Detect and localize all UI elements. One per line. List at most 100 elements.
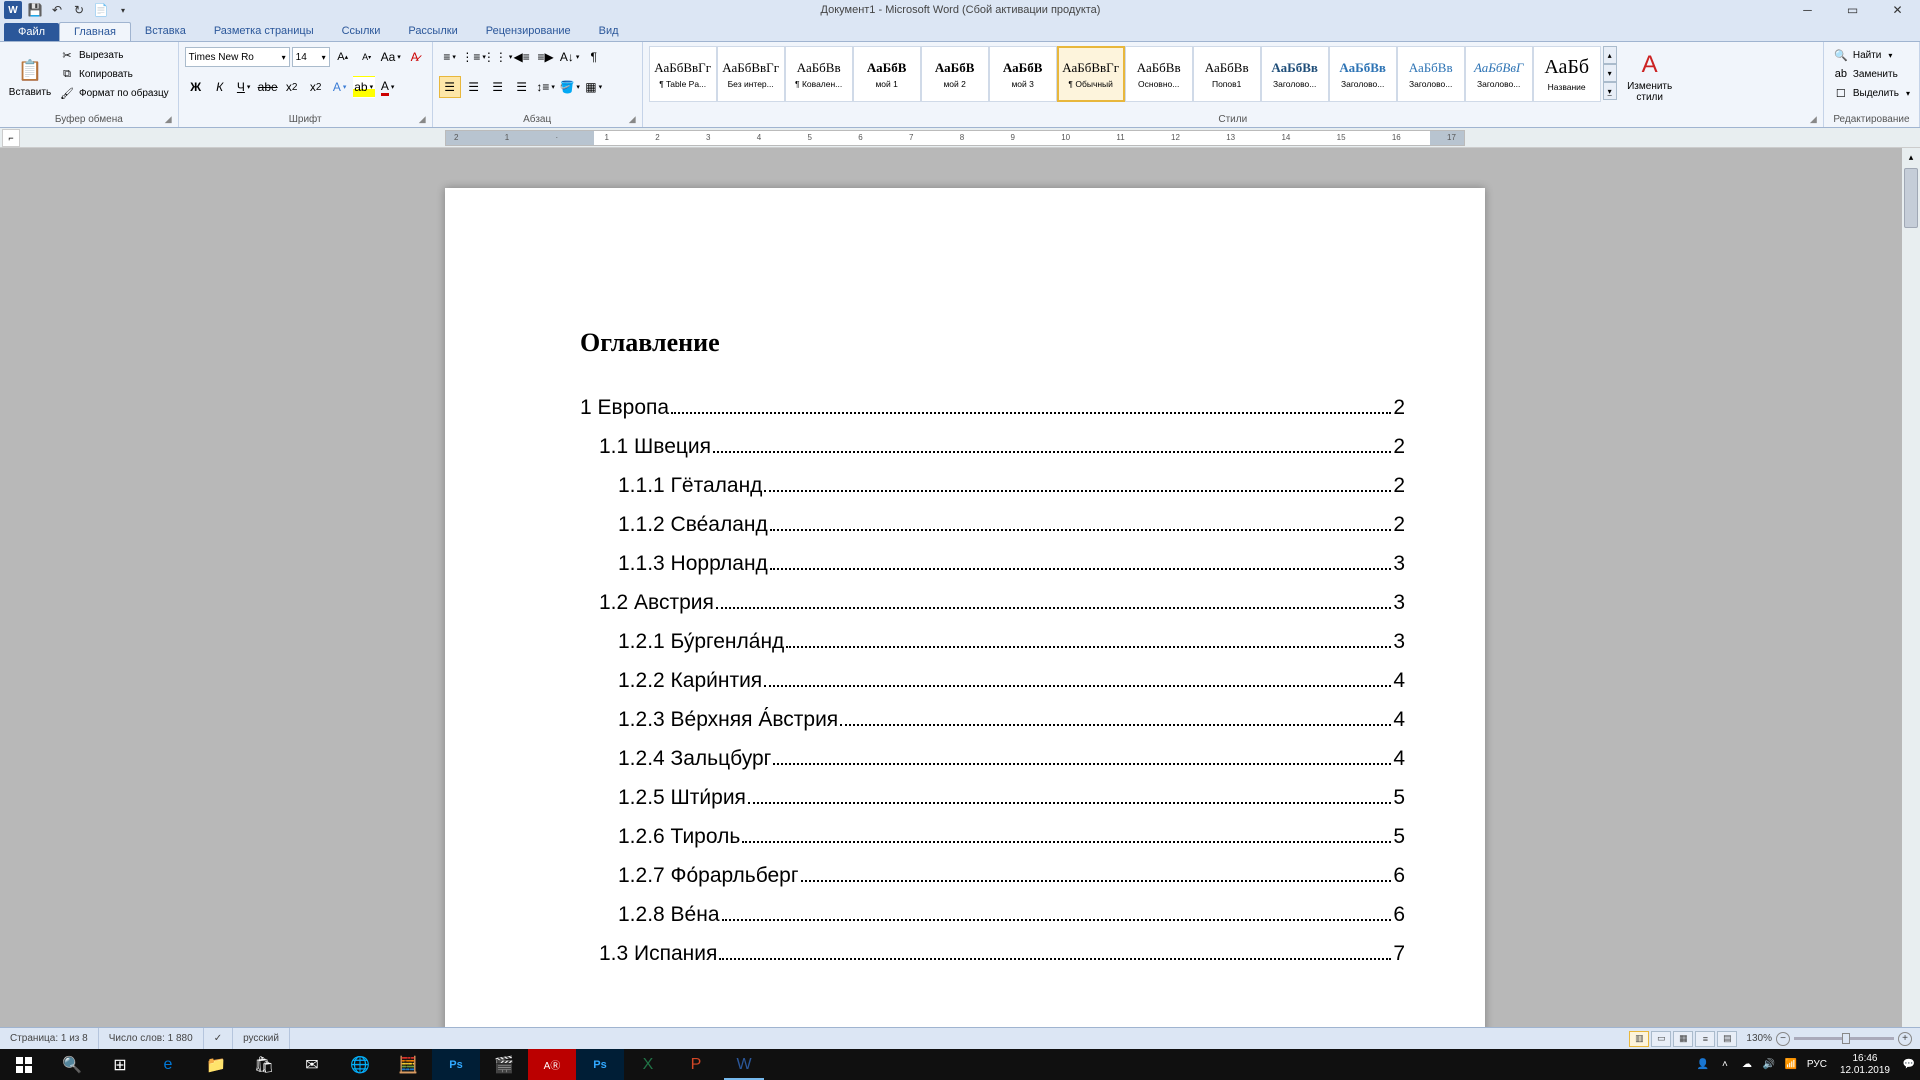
tab-file[interactable]: Файл <box>4 23 59 41</box>
strike-button[interactable]: abe <box>257 76 279 98</box>
shading-button[interactable]: 🪣 <box>559 76 581 98</box>
view-web[interactable]: ▦ <box>1673 1031 1693 1047</box>
new-doc-icon[interactable]: 📄 <box>92 1 110 19</box>
save-icon[interactable]: 💾 <box>26 1 44 19</box>
subscript-button[interactable]: x2 <box>281 76 303 98</box>
highlight-button[interactable]: ab <box>353 76 375 98</box>
taskbar-search[interactable]: 🔍 <box>48 1049 96 1080</box>
style-item-5[interactable]: АаБбВмой 3 <box>989 46 1057 102</box>
taskbar-edge[interactable]: e <box>144 1049 192 1080</box>
align-left-button[interactable]: ☰ <box>439 76 461 98</box>
tab-рецензирование[interactable]: Рецензирование <box>472 22 585 41</box>
minimize-button[interactable]: ─ <box>1785 0 1830 20</box>
borders-button[interactable]: ▦ <box>583 76 605 98</box>
paste-button[interactable]: 📋 Вставить <box>6 46 54 106</box>
bold-button[interactable]: Ж <box>185 76 207 98</box>
justify-button[interactable]: ☰ <box>511 76 533 98</box>
view-outline[interactable]: ≡ <box>1695 1031 1715 1047</box>
scroll-thumb[interactable] <box>1904 168 1918 228</box>
horizontal-ruler[interactable]: 21·1234567891011121314151617 <box>445 130 1465 146</box>
superscript-button[interactable]: x2 <box>305 76 327 98</box>
zoom-slider[interactable] <box>1794 1037 1894 1040</box>
view-draft[interactable]: ▤ <box>1717 1031 1737 1047</box>
style-expand[interactable]: ▾̲ <box>1603 82 1617 100</box>
tray-network-icon[interactable]: 🔊 <box>1758 1049 1780 1080</box>
tab-главная[interactable]: Главная <box>59 22 131 41</box>
taskbar-mail[interactable]: ✉ <box>288 1049 336 1080</box>
zoom-level[interactable]: 130% <box>1746 1033 1772 1044</box>
line-spacing-button[interactable]: ↕≡ <box>535 76 557 98</box>
font-color-button[interactable]: A <box>377 76 399 98</box>
style-item-10[interactable]: АаБбВвЗаголово... <box>1329 46 1397 102</box>
tray-lang[interactable]: РУС <box>1802 1049 1832 1080</box>
font-name-select[interactable]: Times New Ro▾ <box>185 47 290 67</box>
shrink-font-button[interactable]: A▾ <box>356 46 378 68</box>
tab-рассылки[interactable]: Рассылки <box>394 22 471 41</box>
style-item-9[interactable]: АаБбВвЗаголово... <box>1261 46 1329 102</box>
show-marks-button[interactable]: ¶ <box>583 46 605 68</box>
style-item-2[interactable]: АаБбВв¶ Ковален... <box>785 46 853 102</box>
maximize-button[interactable]: ▭ <box>1830 0 1875 20</box>
taskbar-explorer[interactable]: 📁 <box>192 1049 240 1080</box>
tray-wifi-icon[interactable]: 📶 <box>1780 1049 1802 1080</box>
tab-разметка-страницы[interactable]: Разметка страницы <box>200 22 328 41</box>
status-page[interactable]: Страница: 1 из 8 <box>0 1028 99 1049</box>
clear-format-button[interactable]: A̷ <box>404 46 426 68</box>
bullets-button[interactable]: ≡ <box>439 46 461 68</box>
style-scroll-up[interactable]: ▴ <box>1603 46 1617 64</box>
taskbar-ps2[interactable]: Ps <box>576 1049 624 1080</box>
style-item-7[interactable]: АаБбВвОсновно... <box>1125 46 1193 102</box>
find-button[interactable]: 🔍Найти▾ <box>1830 46 1913 64</box>
style-item-11[interactable]: АаБбВвЗаголово... <box>1397 46 1465 102</box>
sort-button[interactable]: A↓ <box>559 46 581 68</box>
change-styles-button[interactable]: A Изменить стили <box>1619 46 1681 106</box>
style-item-4[interactable]: АаБбВмой 2 <box>921 46 989 102</box>
style-item-3[interactable]: АаБбВмой 1 <box>853 46 921 102</box>
taskbar-movies[interactable]: 🎬 <box>480 1049 528 1080</box>
italic-button[interactable]: К <box>209 76 231 98</box>
undo-icon[interactable]: ↶ <box>48 1 66 19</box>
redo-icon[interactable]: ↻ <box>70 1 88 19</box>
zoom-out-button[interactable]: − <box>1776 1032 1790 1046</box>
tab-ссылки[interactable]: Ссылки <box>328 22 395 41</box>
underline-button[interactable]: Ч <box>233 76 255 98</box>
status-proofing[interactable]: ✓ <box>204 1028 233 1049</box>
tray-onedrive-icon[interactable]: ☁ <box>1736 1049 1758 1080</box>
vertical-scrollbar[interactable]: ▴ ▾ <box>1902 148 1920 1056</box>
tab-selector-button[interactable]: ⌐ <box>2 129 20 147</box>
tray-clock[interactable]: 16:46 12.01.2019 <box>1832 1053 1898 1077</box>
change-case-button[interactable]: Aa <box>380 46 402 68</box>
zoom-in-button[interactable]: + <box>1898 1032 1912 1046</box>
taskbar-finereader[interactable]: AⓇ <box>528 1049 576 1080</box>
taskbar-calc[interactable]: 🧮 <box>384 1049 432 1080</box>
style-item-12[interactable]: АаБбВвГЗаголово... <box>1465 46 1533 102</box>
align-center-button[interactable]: ☰ <box>463 76 485 98</box>
style-item-6[interactable]: АаБбВвГг¶ Обычный <box>1057 46 1125 102</box>
start-button[interactable] <box>0 1049 48 1080</box>
text-effects-button[interactable]: A <box>329 76 351 98</box>
taskbar-ps1[interactable]: Ps <box>432 1049 480 1080</box>
tab-вставка[interactable]: Вставка <box>131 22 200 41</box>
copy-button[interactable]: ⧉Копировать <box>56 65 172 83</box>
tray-notifications-icon[interactable]: 💬 <box>1898 1049 1920 1080</box>
status-language[interactable]: русский <box>233 1028 290 1049</box>
outdent-button[interactable]: ◀≡ <box>511 46 533 68</box>
tray-chevron-icon[interactable]: ˄ <box>1714 1049 1736 1080</box>
close-button[interactable]: ✕ <box>1875 0 1920 20</box>
taskbar-excel[interactable]: X <box>624 1049 672 1080</box>
numbering-button[interactable]: ⋮≡ <box>463 46 485 68</box>
qat-dropdown-icon[interactable]: ▾ <box>114 1 132 19</box>
expand-clipboard-icon[interactable]: ◢ <box>165 114 172 125</box>
replace-button[interactable]: abЗаменить <box>1830 65 1913 83</box>
style-item-1[interactable]: АаБбВвГгБез интер... <box>717 46 785 102</box>
format-painter-button[interactable]: 🖌Формат по образцу <box>56 84 172 102</box>
status-words[interactable]: Число слов: 1 880 <box>99 1028 204 1049</box>
taskbar-word[interactable]: W <box>720 1049 768 1080</box>
taskbar-chrome[interactable]: 🌐 <box>336 1049 384 1080</box>
grow-font-button[interactable]: A▴ <box>332 46 354 68</box>
view-print-layout[interactable]: ▥ <box>1629 1031 1649 1047</box>
style-item-8[interactable]: АаБбВвПопов1 <box>1193 46 1261 102</box>
multilevel-button[interactable]: ⋮⋮ <box>487 46 509 68</box>
cut-button[interactable]: ✂Вырезать <box>56 46 172 64</box>
scroll-up-icon[interactable]: ▴ <box>1902 148 1920 166</box>
